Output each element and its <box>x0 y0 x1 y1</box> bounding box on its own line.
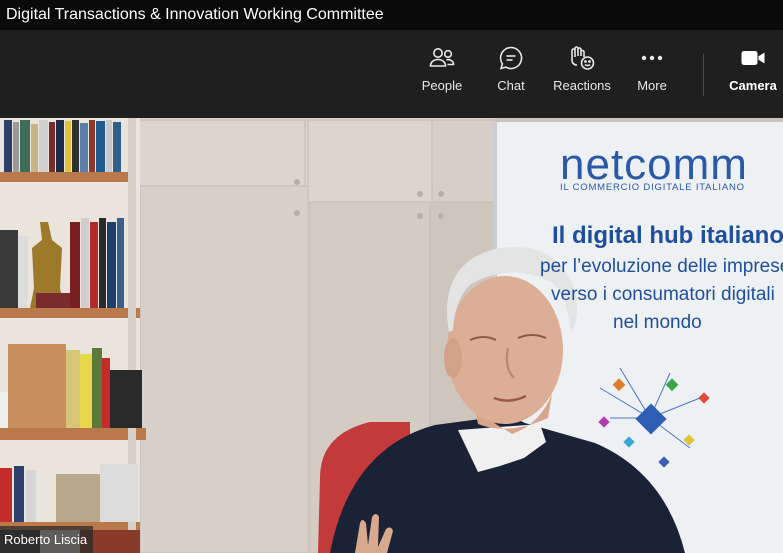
meeting-toolbar: People Chat Reactions More Camera <box>0 30 783 118</box>
chat-button[interactable]: Chat <box>494 44 528 106</box>
banner-tagline: IL COMMERCIO DIGITALE ITALIANO <box>560 182 745 193</box>
more-button[interactable]: More <box>634 44 670 106</box>
people-label: People <box>421 78 463 93</box>
banner-line-2: per l’evoluzione delle imprese <box>540 256 783 277</box>
banner-headline: Il digital hub italiano <box>552 222 783 249</box>
participant-video[interactable]: netcomm IL COMMERCIO DIGITALE ITALIANO I… <box>0 118 783 553</box>
banner-line-4: nel mondo <box>613 312 702 333</box>
camera-button[interactable]: Camera <box>728 44 778 106</box>
reactions-button[interactable]: Reactions <box>551 44 613 106</box>
camera-label: Camera <box>729 78 777 93</box>
participant-name-tag: Roberto Liscia <box>0 526 94 553</box>
people-button[interactable]: People <box>418 44 466 106</box>
people-icon <box>429 48 455 67</box>
more-label: More <box>637 78 667 93</box>
chat-label: Chat <box>497 78 525 93</box>
banner-line-3: verso i consumatori digitali <box>551 284 775 305</box>
chat-icon <box>499 46 523 70</box>
toolbar-divider <box>703 54 704 96</box>
camera-icon <box>741 51 765 65</box>
reactions-label: Reactions <box>553 78 611 93</box>
reactions-icon <box>571 46 595 70</box>
more-icon <box>641 55 663 61</box>
meeting-title: Digital Transactions & Innovation Workin… <box>0 0 783 30</box>
